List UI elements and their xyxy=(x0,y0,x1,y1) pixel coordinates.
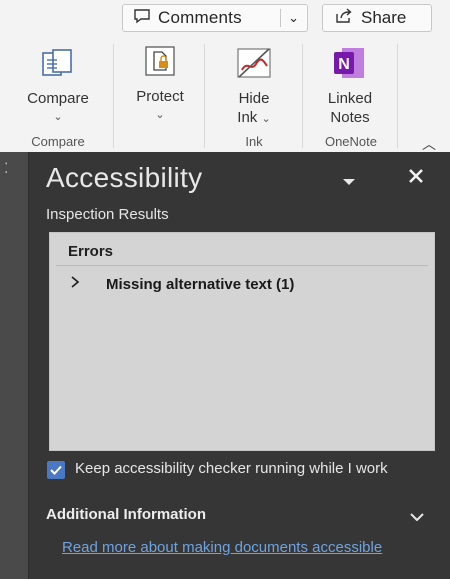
chevron-down-icon: ⌄ xyxy=(53,111,63,123)
share-label: Share xyxy=(361,8,407,27)
compare-label: Compare xyxy=(27,90,89,107)
close-icon[interactable] xyxy=(408,164,424,190)
errors-header: Errors xyxy=(68,243,114,260)
comments-button[interactable]: Comments ⌄ xyxy=(122,4,308,32)
group-label-compare: Compare xyxy=(31,134,85,149)
hide-ink-button[interactable]: Hide Ink ⌄ xyxy=(215,46,293,129)
errors-divider xyxy=(56,265,428,266)
chevron-right-icon xyxy=(70,275,86,293)
document-edge: ⁚ xyxy=(0,152,29,579)
chevron-down-icon: ⌄ xyxy=(261,113,271,125)
linked-notes-button[interactable]: N Linked Notes xyxy=(306,46,394,127)
read-more-link[interactable]: Read more about making documents accessi… xyxy=(62,538,412,558)
hide-ink-label-2: Ink ⌄ xyxy=(215,108,293,129)
group-label-ink: Ink xyxy=(245,134,263,149)
comments-label: Comments xyxy=(158,8,242,27)
additional-information-header[interactable]: Additional Information xyxy=(46,506,206,523)
keep-running-checkbox[interactable] xyxy=(47,461,65,479)
chevron-down-icon[interactable] xyxy=(410,510,424,524)
linked-notes-label-1: Linked xyxy=(327,90,373,107)
error-item-missing-alt-text[interactable]: Missing alternative text (1) xyxy=(70,275,294,293)
chevron-down-icon: ⌄ xyxy=(155,109,165,121)
compare-icon xyxy=(12,48,104,85)
protect-label: Protect xyxy=(136,88,184,105)
share-icon xyxy=(335,7,353,29)
hide-ink-label-1: Hide xyxy=(238,90,270,107)
hide-ink-label-2-text: Ink xyxy=(237,109,258,126)
linked-notes-label-2: Notes xyxy=(330,109,370,126)
group-label-onenote: OneNote xyxy=(324,134,378,149)
inspection-results-box: Errors Missing alternative text (1) xyxy=(49,232,435,451)
pane-options-icon[interactable] xyxy=(342,174,356,189)
group-separator xyxy=(302,44,303,148)
group-separator xyxy=(397,44,398,148)
collapse-ribbon-icon[interactable]: ︿ xyxy=(422,134,436,154)
hide-ink-icon xyxy=(215,46,293,85)
group-separator xyxy=(113,44,114,148)
group-separator xyxy=(204,44,205,148)
onenote-icon: N xyxy=(306,46,394,85)
accessibility-pane: ⁚ Accessibility Inspection Results Error… xyxy=(0,152,450,579)
protect-icon xyxy=(124,44,196,83)
chevron-down-icon[interactable]: ⌄ xyxy=(288,10,299,26)
inspection-results-label: Inspection Results xyxy=(46,206,169,223)
keep-running-option[interactable]: Keep accessibility checker running while… xyxy=(47,459,437,479)
ribbon: Comments ⌄ Share Compare ⌄ Protect ⌄ Hid… xyxy=(0,0,450,152)
keep-running-label: Keep accessibility checker running while… xyxy=(75,460,388,477)
comments-divider xyxy=(280,9,281,27)
pane-title: Accessibility xyxy=(46,162,203,193)
pane-content: Accessibility Inspection Results Errors … xyxy=(29,152,450,579)
error-item-label: Missing alternative text (1) xyxy=(106,275,295,293)
share-button[interactable]: Share xyxy=(322,4,432,32)
compare-button[interactable]: Compare ⌄ xyxy=(12,48,104,127)
protect-button[interactable]: Protect ⌄ xyxy=(124,44,196,125)
comment-icon xyxy=(133,8,151,29)
document-edge-mark: ⁚ xyxy=(4,160,9,176)
svg-text:N: N xyxy=(338,56,350,73)
